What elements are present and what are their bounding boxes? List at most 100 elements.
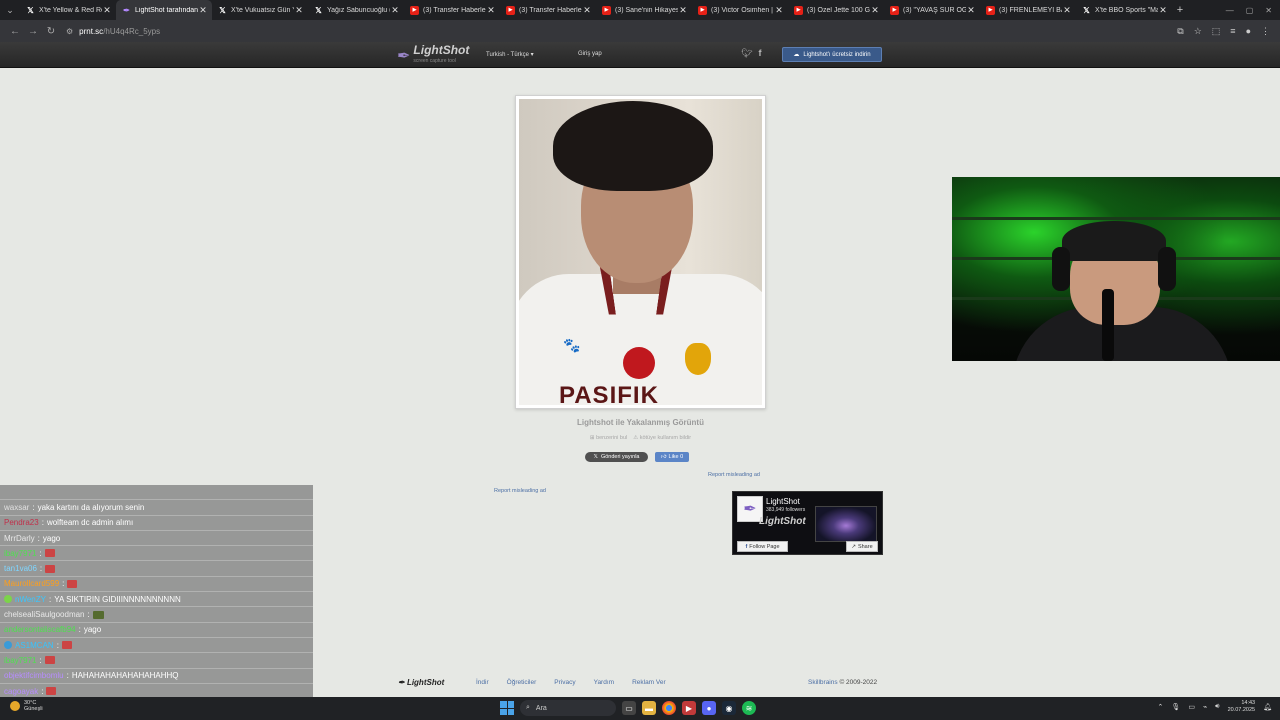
chat-emote-icon — [44, 656, 55, 665]
browser-tab[interactable]: ▶ (3) Transfer Haberleri 2✕ — [404, 0, 500, 20]
new-tab-button[interactable]: + — [1172, 4, 1188, 16]
close-tab-icon[interactable]: ✕ — [198, 5, 208, 16]
browser-tab[interactable]: ▶ (3) Özel Jette 100 Gün✕ — [788, 0, 884, 20]
chat-message: nWenZY: YA SIKTIRIN GIDIIINNNNNNNNNN — [0, 592, 313, 608]
install-icon[interactable]: ⧉ — [1177, 26, 1183, 37]
task-view-icon[interactable]: ▭ — [622, 701, 636, 715]
tab-title: LightShot tarafından kaydedildi — [135, 6, 198, 14]
close-tab-icon[interactable]: ✕ — [774, 5, 784, 16]
weather-widget[interactable]: 30°C Güneşli — [10, 700, 43, 712]
chat-username[interactable]: andersontaliscafb94 — [4, 625, 76, 634]
browser-tab[interactable]: ▶ (3) Victor Osimhen | 7 ✕ — [692, 0, 788, 20]
close-window-icon[interactable]: ✕ — [1265, 6, 1272, 15]
chat-username[interactable]: chelsealiSaulgoodman — [4, 610, 85, 619]
forward-icon[interactable]: → — [24, 26, 42, 37]
tab-search-icon[interactable]: ⌄ — [0, 0, 20, 20]
close-tab-icon[interactable]: ✕ — [102, 5, 112, 16]
close-tab-icon[interactable]: ✕ — [486, 5, 496, 16]
chat-text: wolfteam dc admin alımı — [46, 518, 134, 528]
reload-icon[interactable]: ↻ — [42, 26, 60, 37]
close-tab-icon[interactable]: ✕ — [678, 5, 688, 16]
download-button[interactable]: ☁ Lightshot'ı ücretsiz indirin — [782, 47, 882, 62]
close-tab-icon[interactable]: ✕ — [582, 5, 592, 16]
minimize-icon[interactable]: — — [1226, 6, 1234, 15]
page-name[interactable]: LightShot — [766, 497, 800, 506]
media-app-icon[interactable]: ▶ — [682, 701, 696, 715]
share-button[interactable]: ↗ Share — [846, 541, 878, 552]
report-ad-link[interactable]: Report misleading ad — [708, 472, 760, 478]
footer-link[interactable]: Privacy — [554, 679, 575, 686]
lightshot-logo[interactable]: ✒ LightShot screen capture tool — [397, 44, 469, 67]
login-link[interactable]: Giriş yap — [578, 51, 602, 57]
tweet-button[interactable]: 𝕏 Gönderi yayınla — [585, 452, 648, 462]
browser-tab[interactable]: ▶ (3) FRENLEMEYİ BANA✕ — [980, 0, 1076, 20]
close-tab-icon[interactable]: ✕ — [294, 5, 304, 16]
clock[interactable]: 14:43 20.07.2025 — [1228, 700, 1256, 714]
notification-icon[interactable]: 🔔︎ — [1263, 703, 1272, 711]
footer-logo[interactable]: ✒ LightShot — [398, 678, 444, 687]
report-ad-link[interactable]: Report misleading ad — [494, 488, 546, 494]
browser-tab[interactable]: 𝕏 X'te BBO Sports "Man ✕ — [1076, 0, 1172, 20]
close-tab-icon[interactable]: ✕ — [390, 5, 400, 16]
follow-page-button[interactable]: f Follow Page — [737, 541, 788, 552]
chat-username[interactable]: Maurollcard599 — [4, 579, 59, 588]
start-button[interactable] — [500, 701, 514, 715]
find-similar-link[interactable]: ⊞ benzerini bul — [590, 435, 627, 441]
file-explorer-icon[interactable]: ▬ — [642, 701, 656, 715]
footer-link[interactable]: Öğreticiler — [507, 679, 537, 686]
bookmark-star-icon[interactable]: ☆ — [1194, 26, 1202, 37]
network-icon[interactable]: ⌁ — [1203, 703, 1207, 711]
chevron-up-icon[interactable]: ⌃ — [1158, 703, 1164, 711]
chrome-icon[interactable] — [662, 701, 676, 715]
browser-tab[interactable]: ✒ LightShot tarafından kaydedildi✕ — [116, 0, 212, 20]
profile-icon[interactable]: ● — [1246, 26, 1251, 37]
language-selector[interactable]: Turkish - Türkçe ▾ — [486, 51, 534, 58]
browser-tab[interactable]: 𝕏 X'te Yellow & Red Rep ✕ — [20, 0, 116, 20]
close-tab-icon[interactable]: ✕ — [1062, 5, 1072, 16]
report-abuse-link[interactable]: ⚠ kötüye kullanım bildir — [633, 435, 691, 441]
youtube-icon: ▶ — [506, 5, 515, 15]
close-tab-icon[interactable]: ✕ — [1158, 5, 1168, 16]
steam-icon[interactable]: ◉ — [722, 701, 736, 715]
close-tab-icon[interactable]: ✕ — [870, 5, 880, 16]
screenshot-image[interactable]: 🐾 PASIFIK — [515, 95, 766, 409]
footer-link[interactable]: Reklam Ver — [632, 679, 666, 686]
media-icon[interactable]: ≡ — [1230, 26, 1235, 37]
chat-username[interactable]: Pendra23 — [4, 518, 39, 527]
browser-tab[interactable]: 𝕏 X'te Vukuatsız Gün Yok✕ — [212, 0, 308, 20]
chat-username[interactable]: ibay7971 — [4, 549, 36, 558]
image-caption: Lightshot ile Yakalanmış Görüntü — [577, 418, 704, 427]
chat-username[interactable]: ibay7971 — [4, 656, 36, 665]
browser-tab[interactable]: ▶ (3) Sane'nin Hikayesi ✕ — [596, 0, 692, 20]
chat-message: tan1va06: — [0, 561, 313, 577]
back-icon[interactable]: ← — [6, 26, 24, 37]
close-tab-icon[interactable]: ✕ — [966, 5, 976, 16]
browser-tab[interactable]: ▶ (3) "YAVAŞ SÜR OĞLUM✕ — [884, 0, 980, 20]
chat-text: YA SIKTIRIN GIDIIINNNNNNNNNN — [54, 594, 181, 604]
chat-username[interactable]: tan1va06 — [4, 564, 37, 573]
volume-icon[interactable]: 🔊︎ — [1215, 703, 1219, 711]
footer-link[interactable]: Yardım — [594, 679, 614, 686]
site-info-icon[interactable]: ⚙ — [66, 27, 73, 36]
twitter-icon[interactable]: 🐦︎ — [741, 48, 752, 59]
chat-username[interactable]: waxsar — [4, 503, 29, 512]
maximize-icon[interactable]: ▢ — [1246, 6, 1254, 15]
footer-link[interactable]: İndir — [476, 679, 489, 686]
extensions-icon[interactable]: ⬚ — [1212, 26, 1221, 37]
facebook-like-button[interactable]: 👍︎ Like 0 — [655, 452, 689, 462]
facebook-icon[interactable]: f — [758, 48, 761, 59]
company-link[interactable]: Skillbrains — [808, 679, 838, 686]
browser-tab[interactable]: 𝕏 Yağız Sabuncuoğlu (@✕ — [308, 0, 404, 20]
menu-icon[interactable]: ⋮ — [1261, 26, 1270, 37]
chat-username[interactable]: AS1MCAN — [15, 641, 54, 650]
discord-icon[interactable]: ● — [702, 701, 716, 715]
browser-tab[interactable]: ▶ (3) Transfer Haberleri 2✕ — [500, 0, 596, 20]
display-icon[interactable]: ▭ — [1188, 703, 1195, 711]
facebook-page-widget[interactable]: ✒ LightShot 383,949 followers LightShot … — [732, 491, 883, 555]
chat-username[interactable]: nWenZY — [15, 595, 46, 604]
taskbar-search[interactable]: ⌕ Ara — [520, 700, 616, 716]
url-field[interactable]: ⚙ prnt.sc/hU4q4Rc_5yps — [66, 23, 1177, 39]
mic-icon[interactable]: 🎙︎ — [1171, 703, 1180, 711]
chat-username[interactable]: MrrDarly — [4, 534, 35, 543]
spotify-icon[interactable]: ≋ — [742, 701, 756, 715]
